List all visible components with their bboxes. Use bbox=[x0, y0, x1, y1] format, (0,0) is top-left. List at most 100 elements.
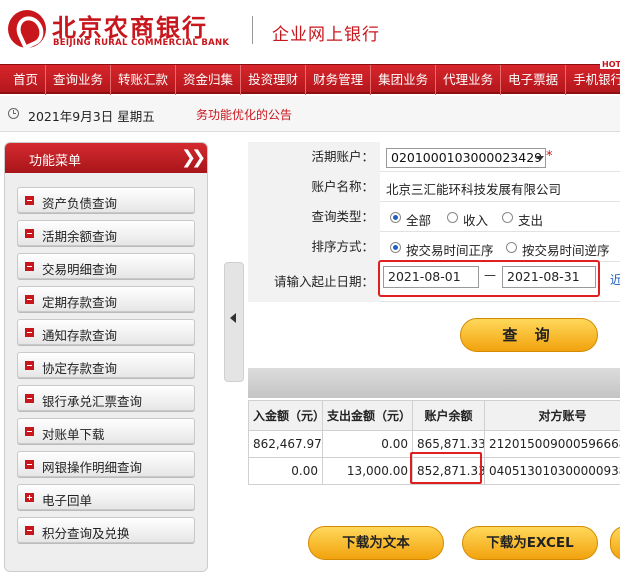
sidebar-item-label: 银行承兑汇票查询 bbox=[42, 394, 143, 409]
sidebar-item-label: 资产负债查询 bbox=[42, 196, 118, 211]
nav-item-agency[interactable]: 代理业务 bbox=[436, 65, 502, 95]
type-all-radio[interactable] bbox=[390, 212, 401, 223]
sidebar-item-points[interactable]: 积分查询及兑换 bbox=[17, 517, 195, 543]
sidebar-item-label: 通知存款查询 bbox=[42, 328, 118, 343]
minus-icon bbox=[25, 295, 34, 304]
nav-item-finance[interactable]: 财务管理 bbox=[306, 65, 372, 95]
type-income-radio[interactable] bbox=[447, 212, 458, 223]
download-text-button[interactable]: 下载为文本 bbox=[308, 526, 444, 560]
clock-icon bbox=[8, 108, 19, 119]
account-name-value: 北京三汇能环科技发展有限公司 bbox=[386, 182, 562, 197]
col-balance-header: 账户余额 bbox=[412, 400, 485, 431]
download-excel-button[interactable]: 下载为EXCEL bbox=[462, 526, 598, 560]
expense-cell: 0.00 bbox=[322, 430, 413, 458]
nav-item-query[interactable]: 查询业务 bbox=[46, 65, 112, 95]
arrow-left-icon bbox=[230, 313, 236, 323]
minus-icon bbox=[25, 229, 34, 238]
nav-item-e-bills[interactable]: 电子票据 bbox=[501, 65, 567, 95]
more-download-button[interactable] bbox=[610, 526, 620, 560]
required-mark: * bbox=[546, 149, 553, 164]
sidebar-item-balance-sheet[interactable]: 资产负债查询 bbox=[17, 187, 195, 213]
sidebar-item-e-receipt[interactable]: 电子回单 bbox=[17, 484, 195, 510]
nav-item-fund-pooling[interactable]: 资金归集 bbox=[176, 65, 242, 95]
recent-link[interactable]: 近 bbox=[610, 271, 620, 288]
type-income-label: 收入 bbox=[463, 213, 489, 228]
header: 北京农商银行 BEIJING RURAL COMMERCIAL BANK 企业网… bbox=[0, 0, 620, 62]
notice-link[interactable]: 务功能优化的公告 bbox=[196, 106, 292, 123]
account-label: 活期账户： bbox=[248, 142, 380, 172]
nav-item-group[interactable]: 集团业务 bbox=[371, 65, 437, 95]
income-cell: 0.00 bbox=[248, 457, 323, 485]
query-type-row: 查询类型： bbox=[248, 202, 620, 232]
account-select-value: 0201000103000023429 bbox=[391, 150, 543, 165]
sidebar-item-transaction-detail[interactable]: 交易明细查询 bbox=[17, 253, 195, 279]
counterparty-cell: 21201500900059666888 bbox=[484, 430, 620, 458]
sidebar-title: 功能菜单 bbox=[29, 154, 82, 169]
sort-desc-radio[interactable] bbox=[506, 242, 517, 253]
sidebar-item-operation-log[interactable]: 网银操作明细查询 bbox=[17, 451, 195, 477]
minus-icon bbox=[25, 427, 34, 436]
hot-badge: HOT bbox=[600, 60, 620, 69]
sidebar-item-label: 活期余额查询 bbox=[42, 229, 118, 244]
col-income-header: 入金额（元） bbox=[248, 400, 323, 431]
col-expense-header: 支出金额（元） bbox=[322, 400, 413, 431]
nav-item-transfer[interactable]: 转账汇款 bbox=[111, 65, 177, 95]
sidebar-item-statement-download[interactable]: 对账单下载 bbox=[17, 418, 195, 444]
sidebar-item-label: 网银操作明细查询 bbox=[42, 460, 143, 475]
sort-asc-radio[interactable] bbox=[390, 242, 401, 253]
bank-name-en: BEIJING RURAL COMMERCIAL BANK bbox=[53, 38, 230, 48]
sort-desc-label: 按交易时间逆序 bbox=[522, 243, 610, 258]
minus-icon bbox=[25, 526, 34, 535]
sidebar-item-current-balance[interactable]: 活期余额查询 bbox=[17, 220, 195, 246]
date-range-highlight bbox=[378, 260, 600, 297]
service-title: 企业网上银行 bbox=[272, 25, 380, 45]
sidebar-item-fixed-deposit[interactable]: 定期存款查询 bbox=[17, 286, 195, 312]
sort-asc-label: 按交易时间正序 bbox=[406, 243, 494, 258]
income-cell: 862,467.97 bbox=[248, 430, 323, 458]
expense-cell: 13,000.00 bbox=[322, 457, 413, 485]
sidebar-item-label: 交易明细查询 bbox=[42, 262, 118, 277]
account-select[interactable]: 0201000103000023429 bbox=[386, 148, 546, 168]
bank-logo-icon[interactable] bbox=[8, 10, 46, 48]
sidebar-item-label: 电子回单 bbox=[42, 493, 93, 508]
current-date: 2021年9月3日 星期五 bbox=[28, 109, 155, 124]
nav-item-mobile[interactable]: 手机银行 bbox=[566, 65, 620, 95]
sort-label: 排序方式： bbox=[248, 232, 380, 262]
type-expense-radio[interactable] bbox=[502, 212, 513, 223]
results-toolbar bbox=[248, 368, 620, 398]
col-counterparty-header: 对方账号 bbox=[484, 400, 620, 431]
type-all-label: 全部 bbox=[406, 213, 432, 228]
info-bar: 2021年9月3日 星期五 务功能优化的公告 bbox=[0, 96, 620, 132]
minus-icon bbox=[25, 460, 34, 469]
sidebar-item-acceptance-bill[interactable]: 银行承兑汇票查询 bbox=[17, 385, 195, 411]
counterparty-cell: 04051301030000093810 bbox=[484, 457, 620, 485]
sidebar-item-label: 协定存款查询 bbox=[42, 361, 118, 376]
nav-item-home[interactable]: 首页 bbox=[0, 65, 47, 95]
minus-icon bbox=[25, 328, 34, 337]
account-name-row: 账户名称： 北京三汇能环科技发展有限公司 bbox=[248, 172, 620, 202]
minus-icon bbox=[25, 361, 34, 370]
type-expense-label: 支出 bbox=[518, 213, 544, 228]
header-divider bbox=[252, 16, 253, 44]
caret-down-icon bbox=[536, 156, 544, 161]
sidebar-item-notice-deposit[interactable]: 通知存款查询 bbox=[17, 319, 195, 345]
sidebar-header: 功能菜单 ❯❯ bbox=[5, 143, 207, 173]
query-type-label: 查询类型： bbox=[248, 202, 380, 232]
sidebar-item-agreement-deposit[interactable]: 协定存款查询 bbox=[17, 352, 195, 378]
table-header-row: 入金额（元） 支出金额（元） 账户余额 对方账号 bbox=[248, 400, 620, 431]
minus-icon bbox=[25, 262, 34, 271]
nav-item-investment[interactable]: 投资理财 bbox=[241, 65, 307, 95]
query-button[interactable]: 查 询 bbox=[460, 318, 598, 352]
sidebar-item-label: 定期存款查询 bbox=[42, 295, 118, 310]
sidebar-item-label: 积分查询及兑换 bbox=[42, 526, 130, 541]
double-chevron-right-icon[interactable]: ❯❯ bbox=[181, 147, 206, 168]
plus-icon bbox=[25, 493, 34, 502]
sidebar: 功能菜单 ❯❯ 资产负债查询 活期余额查询 交易明细查询 定期存款查询 通知存款… bbox=[4, 142, 208, 572]
sidebar-toggle[interactable] bbox=[224, 262, 244, 382]
main-nav: 首页 查询业务 转账汇款 资金归集 投资理财 财务管理 集团业务 代理业务 电子… bbox=[0, 64, 620, 95]
balance-highlight bbox=[410, 452, 482, 484]
minus-icon bbox=[25, 394, 34, 403]
date-label: 请输入起止日期： bbox=[248, 262, 380, 302]
account-name-label: 账户名称： bbox=[248, 172, 380, 202]
sidebar-item-label: 对账单下载 bbox=[42, 427, 105, 442]
